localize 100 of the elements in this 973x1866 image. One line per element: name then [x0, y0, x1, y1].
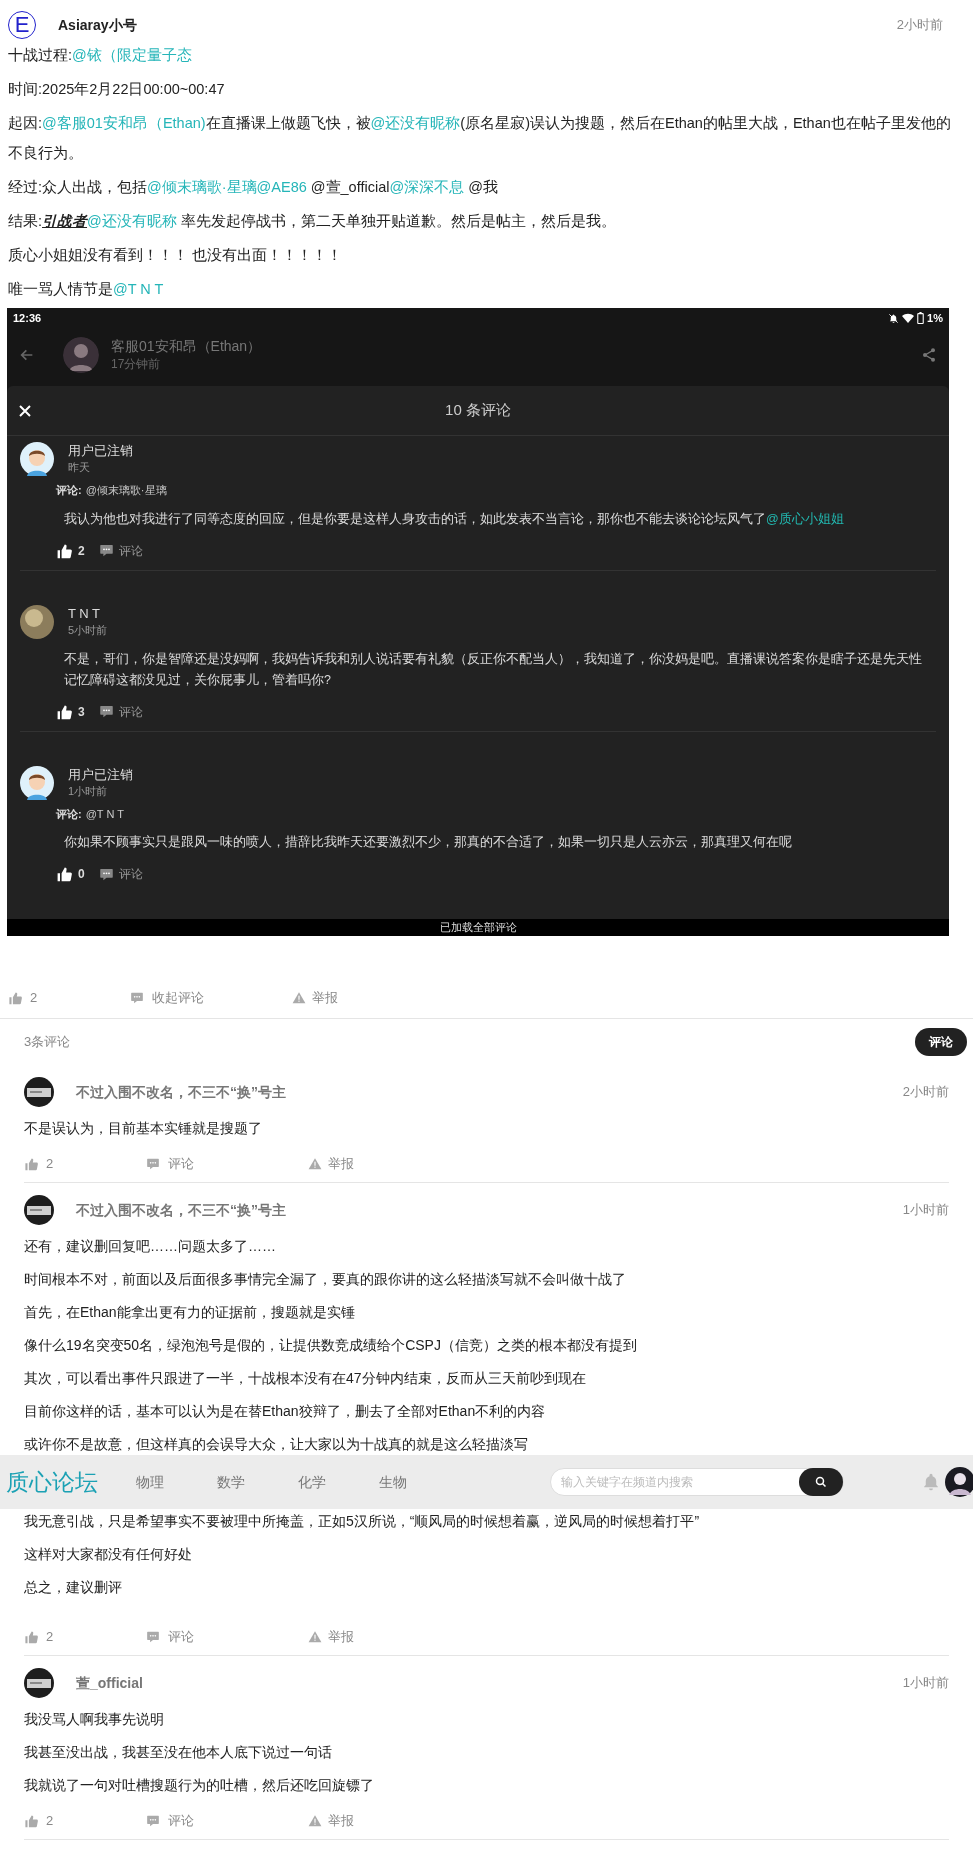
comment-text: 或许你不是故意，但这样真的会误导大众，让大家以为十战真的就是这么轻描淡写: [24, 1434, 529, 1454]
mention-link[interactable]: @T N T: [113, 281, 164, 297]
comment-icon[interactable]: [98, 704, 114, 719]
battery-level: 1%: [927, 310, 943, 326]
mention-link[interactable]: @倾末璃歌·星璃: [147, 179, 257, 195]
mention-link[interactable]: @客服01安和昂（Ethan): [42, 115, 206, 131]
avatar: [20, 604, 54, 639]
thumbs-up-icon[interactable]: [56, 703, 72, 720]
warning-icon[interactable]: [308, 1630, 322, 1644]
user-name[interactable]: T N T: [68, 604, 108, 622]
avatar: [63, 337, 99, 373]
thumbs-up-icon[interactable]: [56, 866, 72, 882]
comment-text: 这样对大家都没有任何好处: [24, 1544, 193, 1564]
clock: 12:36: [13, 310, 42, 326]
nav-tab[interactable]: 生物: [379, 1471, 460, 1493]
warning-icon[interactable]: [308, 1814, 322, 1828]
nav-tab[interactable]: 数学: [217, 1471, 298, 1493]
mention-link[interactable]: @AE86: [256, 179, 307, 195]
post-paragraph: 十战过程:@铱（限定量子态: [8, 46, 193, 65]
warning-icon[interactable]: [292, 991, 306, 1005]
comment-text: 总之，建议删评: [24, 1577, 123, 1597]
user-name[interactable]: 用户已注销: [68, 442, 133, 459]
comment-text: 我没骂人啊我事先说明: [24, 1709, 165, 1729]
comment-link[interactable]: 收起评论: [152, 988, 292, 1008]
user-name[interactable]: 不过入围不改名，不三不“换”号主: [76, 1081, 286, 1103]
report-link[interactable]: 举报: [312, 988, 338, 1008]
post-paragraph: 起因:@客服01安和昂（Ethan)在直播课上做题飞快，被@还没有昵称(原名星寂)误认为搜题，然后在Ethan的帖里大战，Ethan也在帖子里发他的不良行为。: [8, 114, 951, 163]
search-icon: [815, 1476, 827, 1488]
comment-text: 像什么19名突变50名，绿泡泡号是假的，让提供数竞成绩给个CSPJ（信竞）之类的根本都没有提到: [24, 1335, 638, 1355]
comment-text: 还有，建议删回复吧……问题太多了……: [24, 1236, 277, 1256]
comment-text: 其次，可以看出事件只跟进了一半，十战根本没有在47分钟内结束，反而从三天前吵到现在: [24, 1368, 587, 1388]
report-link[interactable]: 举报: [328, 1627, 354, 1647]
thumbs-up-icon[interactable]: [56, 542, 72, 559]
comment-icon[interactable]: [98, 543, 114, 558]
mention-link[interactable]: @还没有昵称: [87, 213, 177, 229]
mention-link[interactable]: @还没有昵称: [370, 115, 461, 131]
mention-link[interactable]: @质心小姐姐: [766, 511, 844, 526]
report-link[interactable]: 举报: [328, 1154, 354, 1174]
wifi-icon: [902, 312, 915, 324]
bell-icon[interactable]: [922, 1473, 940, 1491]
thumbs-up-icon[interactable]: [24, 1814, 38, 1828]
reply-target: @T N T: [85, 806, 124, 822]
post-paragraph: 经过:众人出战，包括@倾末璃歌·星璃@AE86 @萱_official@深深不息 @我: [8, 178, 499, 197]
search-button[interactable]: [799, 1468, 843, 1496]
comment-time: 1小时前: [902, 1201, 949, 1220]
mention-link[interactable]: @深深不息: [389, 179, 465, 195]
mention-link[interactable]: @铱（限定量子态: [72, 47, 192, 63]
comment-time: 1小时前: [902, 1674, 949, 1693]
comment-text: 时间根本不对，前面以及后面很多事情完全漏了，要真的跟你讲的这么轻描淡写就不会叫做十战了: [24, 1269, 627, 1289]
like-count: 2: [30, 989, 39, 1008]
comment-text: 我就说了一句对吐槽搜题行为的吐槽，然后还吃回旋镖了: [24, 1775, 375, 1795]
post-paragraph: 唯一骂人情节是@T N T: [8, 280, 165, 299]
comment-time: 1小时前: [68, 783, 109, 799]
author-name[interactable]: Asiaray小号: [58, 14, 137, 36]
thumbs-up-icon[interactable]: [8, 991, 22, 1005]
back-icon[interactable]: [19, 347, 35, 363]
comment-icon[interactable]: [98, 866, 114, 882]
sheet-title: 10 条评论: [445, 400, 511, 421]
comment-link[interactable]: 评论: [118, 702, 143, 721]
thumbs-up-icon[interactable]: [24, 1630, 38, 1644]
post-paragraph: 质心小姐姐没有看到！！！ 也没有出面！！！！！: [8, 246, 344, 265]
comment-link[interactable]: 评论: [168, 1811, 308, 1831]
user-name[interactable]: 萱_official: [76, 1672, 143, 1694]
avatar: [24, 1195, 54, 1225]
comment-text: 你如果不顾事实只是跟风一味的喷人，措辞比我昨天还要激烈不少，那真的不合适了，如果一切只是人云亦云，那真理又何在呢: [64, 834, 793, 851]
comment-text: 我甚至没出战，我甚至没在他本人底下说过一句话: [24, 1742, 333, 1762]
post-paragraph: 时间:2025年2月22日00:00~00:47: [8, 80, 226, 99]
comment-link[interactable]: 评论: [118, 541, 143, 560]
post-time: 2小时前: [896, 16, 943, 35]
comment-text: 不是误认为，目前基本实锤就是搜题了: [24, 1118, 263, 1138]
share-icon[interactable]: [921, 347, 937, 363]
comment-button[interactable]: 评论: [915, 1028, 967, 1056]
close-icon[interactable]: [19, 404, 31, 417]
search-input[interactable]: 输入关键字在频道内搜索: [551, 1471, 799, 1493]
search-field[interactable]: 输入关键字在频道内搜索: [550, 1468, 844, 1496]
thumbs-up-icon[interactable]: [24, 1157, 38, 1171]
nav-tab[interactable]: 物理: [136, 1471, 217, 1493]
avatar: [24, 1077, 54, 1107]
user-name[interactable]: 用户已注销: [68, 765, 133, 783]
comment-link[interactable]: 评论: [118, 865, 143, 883]
logo[interactable]: 质心论坛: [6, 1471, 136, 1493]
user-name[interactable]: 不过入围不改名，不三不“换”号主: [76, 1199, 286, 1221]
like-count: 0: [78, 866, 85, 883]
like-count: 2: [46, 1628, 55, 1647]
comment-link[interactable]: 评论: [168, 1627, 308, 1647]
comment-count: 3条评论: [24, 1033, 71, 1052]
comment-text: 不是，哥们，你是智障还是没妈啊，我妈告诉我和别人说话要有礼貌（反正你不配当人），我知道了，你没妈是吧。直播课说答案你是瞎子还是先天性记忆障碍这都没见过，关你屁事儿，管着吗你?: [64, 650, 923, 689]
comment-time: 5小时前: [68, 622, 108, 638]
comment-link[interactable]: 评论: [168, 1154, 308, 1174]
warning-icon[interactable]: [308, 1157, 322, 1171]
like-count: 2: [46, 1155, 55, 1174]
post-paragraph: 结果:引战者@还没有昵称 率先发起停战书，第二天单独开贴道歉。然后是帖主，然后是我。: [8, 212, 617, 231]
comment-text: 目前你这样的话，基本可以认为是在替Ethan狡辩了，删去了全部对Ethan不利的内容: [24, 1401, 547, 1421]
avatar[interactable]: [945, 1467, 973, 1497]
author-name: 客服01安和昂（Ethan）: [111, 337, 262, 355]
reply-target: @倾末璃歌·星璃: [85, 483, 167, 498]
reply-label: 评论:: [56, 806, 82, 822]
report-link[interactable]: 举报: [328, 1811, 354, 1831]
nav-tab[interactable]: 化学: [298, 1471, 379, 1493]
bell-off-icon: [888, 312, 900, 324]
